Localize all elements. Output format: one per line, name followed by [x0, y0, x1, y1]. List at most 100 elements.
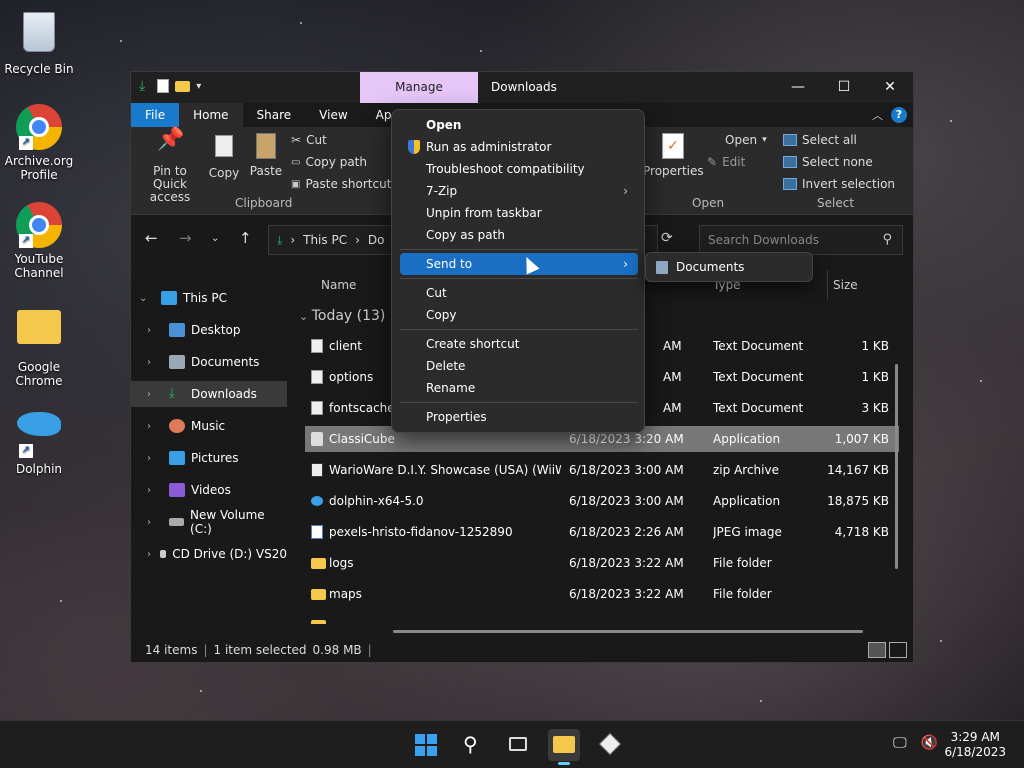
table-row-partial[interactable]	[305, 612, 899, 624]
table-row[interactable]: pexels-hristo-fidanov-1252890 6/18/2023 …	[305, 519, 899, 545]
chevron-right-icon[interactable]: ›	[147, 325, 161, 336]
status-separator: |	[367, 643, 372, 657]
folder-icon	[311, 589, 326, 600]
taskbar: ⚲ 🖵 🔇 3:29 AM 6/18/2023	[0, 720, 1024, 768]
nav-item-this-pc[interactable]: ⌄ This PC	[131, 285, 287, 311]
invert-selection-button[interactable]: Invert selection	[783, 177, 895, 191]
column-header-size[interactable]: Size	[833, 278, 858, 292]
menu-item-troubleshoot-compatibility[interactable]: Troubleshoot compatibility	[400, 158, 638, 180]
chevron-right-icon[interactable]: ›	[147, 549, 152, 560]
search-input[interactable]: Search Downloads ⚲	[699, 225, 903, 255]
menu-item-open[interactable]: Open	[400, 114, 638, 136]
forward-arrow-icon[interactable]: →	[179, 229, 192, 247]
start-button[interactable]	[410, 729, 442, 761]
chevron-right-icon[interactable]: ›	[147, 357, 161, 368]
collapse-ribbon-icon[interactable]: ︿	[872, 107, 883, 123]
desktop-icon-youtube-channel[interactable]: ↗ YouTube Channel	[1, 202, 77, 280]
tab-home[interactable]: Home	[179, 103, 243, 127]
chevron-right-icon[interactable]: ›	[147, 421, 161, 432]
manage-contextual-tab[interactable]: Manage	[360, 72, 478, 103]
tab-file[interactable]: File	[131, 103, 180, 127]
menu-item-copy[interactable]: Copy	[400, 304, 638, 326]
taskbar-file-explorer[interactable]	[548, 729, 580, 765]
vertical-scrollbar[interactable]	[895, 364, 898, 569]
desktop-icon-google-chrome[interactable]: Google Chrome	[1, 304, 77, 388]
new-folder-icon[interactable]	[175, 80, 191, 92]
select-none-button[interactable]: Select none	[783, 155, 873, 169]
menu-item-properties[interactable]: Properties	[400, 406, 638, 428]
properties-icon[interactable]	[157, 79, 170, 93]
submenu-item-documents[interactable]: Documents	[650, 256, 808, 278]
search-icon: ⚲	[882, 232, 892, 247]
cut-button[interactable]: ✂ Cut	[291, 133, 327, 147]
menu-item-copy-as-path[interactable]: Copy as path	[400, 224, 638, 246]
task-view-button[interactable]	[502, 729, 534, 761]
download-icon[interactable]: ⤓	[139, 78, 145, 94]
chevron-right-icon[interactable]: ›	[147, 517, 161, 528]
window-title: Downloads	[491, 80, 557, 94]
minimize-button[interactable]: —	[775, 72, 821, 103]
nav-item-cd-drive[interactable]: › CD Drive (D:) VS20	[131, 541, 287, 567]
clock[interactable]: 3:29 AM 6/18/2023	[944, 730, 1006, 760]
close-button[interactable]: ✕	[867, 72, 913, 103]
nav-item-pictures[interactable]: › Pictures	[131, 445, 287, 471]
menu-item-unpin-from-taskbar[interactable]: Unpin from taskbar	[400, 202, 638, 224]
tab-share[interactable]: Share	[243, 103, 306, 127]
copy-path-button[interactable]: ▭ Copy path	[291, 155, 367, 169]
chevron-right-icon[interactable]: ›	[147, 485, 161, 496]
table-row[interactable]: dolphin-x64-5.0 6/18/2023 3:00 AM Applic…	[305, 488, 899, 514]
nav-item-downloads[interactable]: › ⤓ Downloads	[131, 381, 287, 407]
select-all-button[interactable]: Select all	[783, 133, 857, 147]
tab-view[interactable]: View	[305, 103, 361, 127]
back-arrow-icon[interactable]: ←	[145, 229, 158, 247]
menu-item-cut[interactable]: Cut	[400, 282, 638, 304]
desktop-icon-recycle-bin[interactable]: Recycle Bin	[1, 8, 77, 76]
chevron-down-icon[interactable]: ⌄	[139, 293, 153, 304]
properties-button[interactable]: ✓ Properties	[643, 133, 704, 178]
network-icon[interactable]: 🖵	[893, 735, 907, 751]
table-row[interactable]: WarioWare D.I.Y. Showcase (USA) (WiiWa..…	[305, 457, 899, 483]
menu-item-create-shortcut[interactable]: Create shortcut	[400, 333, 638, 355]
open-button[interactable]: Open ▾	[725, 133, 767, 147]
menu-item-7zip[interactable]: 7-Zip ›	[400, 180, 638, 202]
chevron-right-icon[interactable]: ›	[147, 453, 161, 464]
menu-item-send-to[interactable]: Send to ›	[400, 253, 638, 275]
taskbar-classicube[interactable]	[594, 729, 626, 761]
menu-item-delete[interactable]: Delete	[400, 355, 638, 377]
table-row[interactable]: maps 6/18/2023 3:22 AM File folder	[305, 581, 899, 607]
table-row[interactable]: logs 6/18/2023 3:22 AM File folder	[305, 550, 899, 576]
menu-separator	[400, 402, 638, 403]
paste-button[interactable]: Paste	[249, 133, 283, 178]
details-view-icon[interactable]	[868, 642, 886, 658]
help-icon[interactable]: ?	[891, 107, 907, 123]
refresh-icon[interactable]: ⟳	[661, 230, 673, 246]
recent-chevron-icon[interactable]: ⌄	[211, 233, 219, 244]
group-header-today[interactable]: ⌄ Today (13)	[299, 308, 385, 324]
breadcrumb-downloads[interactable]: Do	[368, 233, 385, 247]
search-button[interactable]: ⚲	[456, 729, 488, 761]
up-arrow-icon[interactable]: ↑	[239, 229, 252, 247]
menu-item-run-as-administrator[interactable]: Run as administrator	[400, 136, 638, 158]
maximize-button[interactable]: ☐	[821, 72, 867, 103]
column-header-name[interactable]: Name	[321, 278, 356, 292]
desktop-icon-label: Archive.org Profile	[4, 154, 74, 182]
desktop-icon-dolphin[interactable]: ↗ Dolphin	[1, 404, 77, 476]
nav-item-music[interactable]: › Music	[131, 413, 287, 439]
copy-button[interactable]: Copy	[207, 133, 241, 180]
nav-item-desktop[interactable]: › Desktop	[131, 317, 287, 343]
menu-item-rename[interactable]: Rename	[400, 377, 638, 399]
nav-item-videos[interactable]: › Videos	[131, 477, 287, 503]
customize-qat-icon[interactable]: ▾	[196, 81, 201, 92]
breadcrumb-this-pc[interactable]: This PC	[303, 233, 347, 247]
large-icons-view-icon[interactable]	[889, 642, 907, 658]
nav-item-new-volume[interactable]: › New Volume (C:)	[131, 508, 287, 536]
horizontal-scrollbar[interactable]	[393, 630, 863, 633]
edit-button[interactable]: ✎ Edit	[707, 155, 745, 169]
volume-muted-icon[interactable]: 🔇	[921, 735, 938, 751]
desktop-icon-archive-org[interactable]: ↗ Archive.org Profile	[1, 104, 77, 182]
pin-to-quick-access-button[interactable]: 📌 Pin to Quick access	[137, 129, 203, 204]
nav-item-documents[interactable]: › Documents	[131, 349, 287, 375]
chevron-right-icon[interactable]: ›	[147, 389, 161, 400]
paste-shortcut-button[interactable]: ▣ Paste shortcut	[291, 177, 391, 191]
documents-icon	[169, 355, 185, 369]
